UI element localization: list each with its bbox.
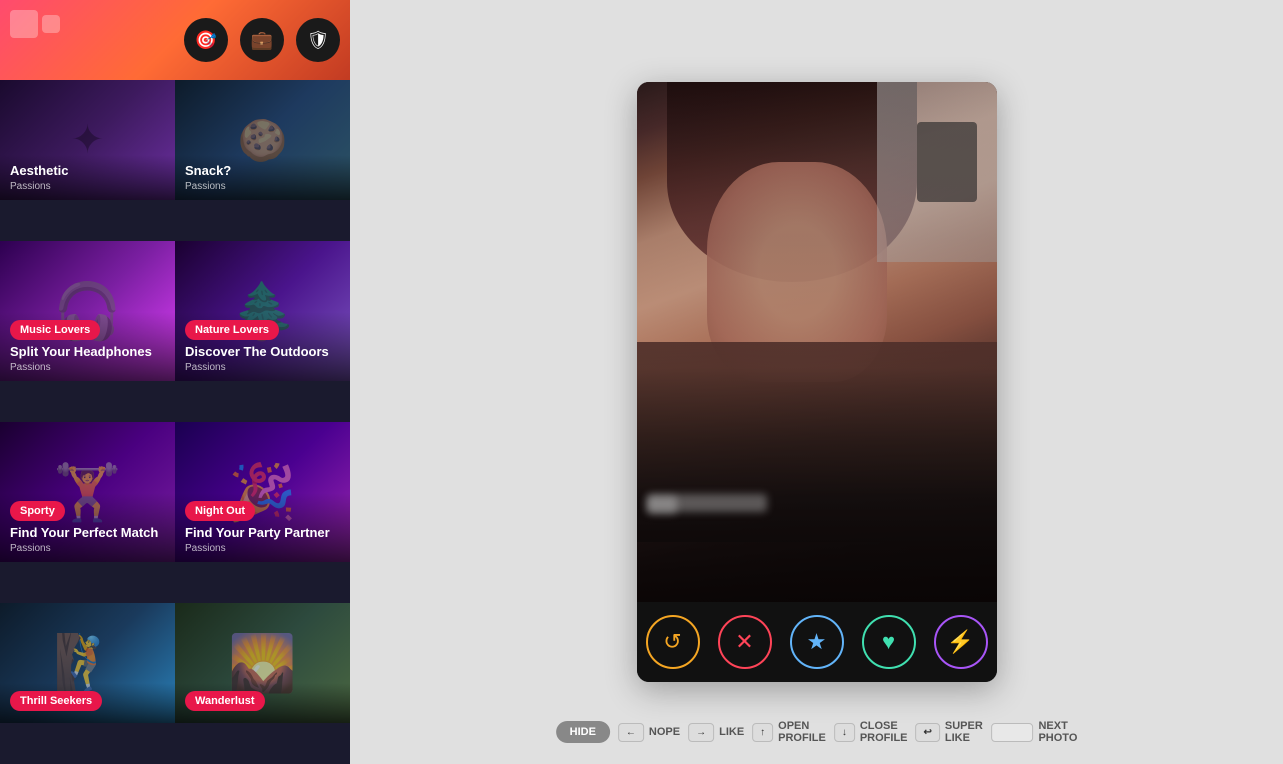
kb-like-label: LIKE [719, 726, 744, 738]
logo-box [10, 10, 38, 38]
hide-button[interactable]: HIDE [556, 721, 610, 743]
messages-icon-btn[interactable]: 💼 [240, 18, 284, 62]
main-area: ↺ ✕ ★ ♥ ⚡ HIDE ← NOPE [350, 0, 1283, 764]
kb-like-key-icon: → [696, 727, 706, 738]
card-subtitle-nature: Passions [185, 362, 340, 373]
card-title-snack: Snack? [185, 163, 340, 179]
profile-photo [637, 82, 997, 602]
kb-super-like-key: ↩ [916, 723, 940, 742]
shield-icon-btn[interactable]: 🛡 [296, 18, 340, 62]
card-title-sporty: Find Your Perfect Match [10, 525, 165, 541]
card-content-snack: Snack? Passions [175, 155, 350, 200]
hide-label: HIDE [570, 726, 596, 738]
nope-icon: ✕ [735, 629, 753, 655]
badge-music: Music Lovers [10, 320, 100, 340]
profile-actions: ↺ ✕ ★ ♥ ⚡ [637, 602, 997, 682]
kb-nope-key: ← [618, 723, 644, 742]
card-subtitle-music: Passions [10, 362, 165, 373]
kb-next-photo-key [991, 723, 1034, 742]
card-music[interactable]: 🎧 Music Lovers Split Your Headphones Pas… [0, 241, 175, 381]
card-content-sporty: Sporty Find Your Perfect Match Passions [0, 493, 175, 562]
kb-close-profile-key: ↓ [834, 723, 855, 742]
kb-open-profile-label: OPEN PROFILE [778, 720, 826, 744]
like-icon: ♥ [882, 629, 895, 655]
card-thrill[interactable]: 🧗 Thrill Seekers [0, 603, 175, 723]
left-panel: 🎯 💼 🛡 ✦ Aesthetic Passions 🍪 [0, 0, 350, 764]
card-sporty[interactable]: 🏋 Sporty Find Your Perfect Match Passion… [0, 422, 175, 562]
like-button[interactable]: ♥ [862, 615, 916, 669]
kb-nope-key-icon: ← [626, 727, 636, 738]
kb-close-profile: ↓ CLOSE PROFILE [834, 720, 908, 744]
kb-next-photo-label: NEXT PHOTO [1038, 720, 1077, 744]
nope-button[interactable]: ✕ [718, 615, 772, 669]
badge-nightout: Night Out [185, 501, 255, 521]
star-icon: ★ [807, 629, 827, 655]
keyboard-bar: HIDE ← NOPE → LIKE ↑ OPEN PROFILE ↓ CLOS… [556, 720, 1078, 744]
star-button[interactable]: ★ [790, 615, 844, 669]
profile-age-blurred [647, 496, 677, 514]
card-subtitle-sporty: Passions [10, 543, 165, 554]
cards-grid: ✦ Aesthetic Passions 🍪 Snack? Passions 🎧… [0, 80, 350, 764]
boost-icon: ⚡ [947, 629, 974, 655]
card-aesthetic[interactable]: ✦ Aesthetic Passions [0, 80, 175, 200]
card-wanderlust[interactable]: 🌄 Wanderlust [175, 603, 350, 723]
kb-close-profile-label: CLOSE PROFILE [860, 720, 908, 744]
profile-card: ↺ ✕ ★ ♥ ⚡ [637, 82, 997, 682]
rewind-button[interactable]: ↺ [646, 615, 700, 669]
kb-super-like: ↩ SUPER LIKE [916, 720, 983, 744]
card-title-aesthetic: Aesthetic [10, 163, 165, 179]
rewind-icon: ↺ [663, 629, 681, 655]
header-icons: 🎯 💼 🛡 [184, 18, 340, 62]
card-subtitle-nightout: Passions [185, 543, 340, 554]
card-subtitle-snack: Passions [185, 181, 340, 192]
kb-like: → LIKE [688, 723, 744, 742]
kb-next-photo: NEXT PHOTO [991, 720, 1078, 744]
logo-area [10, 10, 60, 38]
card-content-nature: Nature Lovers Discover The Outdoors Pass… [175, 312, 350, 381]
badge-wanderlust: Wanderlust [185, 691, 265, 711]
card-content-music: Music Lovers Split Your Headphones Passi… [0, 312, 175, 381]
kb-open-profile-key: ↑ [752, 723, 773, 742]
kb-nope: ← NOPE [618, 723, 680, 742]
card-content-nightout: Night Out Find Your Party Partner Passio… [175, 493, 350, 562]
card-title-music: Split Your Headphones [10, 344, 165, 360]
badge-sporty: Sporty [10, 501, 65, 521]
top-header: 🎯 💼 🛡 [0, 0, 350, 80]
card-content-aesthetic: Aesthetic Passions [0, 155, 175, 200]
kb-close-profile-key-icon: ↓ [842, 727, 847, 738]
kb-open-profile: ↑ OPEN PROFILE [752, 720, 826, 744]
explore-icon-btn[interactable]: 🎯 [184, 18, 228, 62]
explore-icon: 🎯 [195, 30, 217, 51]
card-nature[interactable]: 🌲 Nature Lovers Discover The Outdoors Pa… [175, 241, 350, 381]
kb-super-like-key-icon: ↩ [924, 727, 932, 738]
badge-thrill: Thrill Seekers [10, 691, 102, 711]
boost-button[interactable]: ⚡ [934, 615, 988, 669]
photo-overlay [637, 82, 997, 602]
kb-next-photo-key-spacer [1004, 727, 1021, 738]
card-title-nature: Discover The Outdoors [185, 344, 340, 360]
kb-open-profile-key-icon: ↑ [760, 727, 765, 738]
shield-icon: 🛡 [307, 30, 330, 51]
card-content-wanderlust: Wanderlust [175, 683, 350, 723]
logo-box-small [42, 15, 60, 33]
card-title-nightout: Find Your Party Partner [185, 525, 340, 541]
card-nightout[interactable]: 🎉 Night Out Find Your Party Partner Pass… [175, 422, 350, 562]
kb-nope-label: NOPE [649, 726, 680, 738]
card-content-thrill: Thrill Seekers [0, 683, 175, 723]
messages-icon: 💼 [251, 30, 273, 51]
kb-like-key: → [688, 723, 714, 742]
card-subtitle-aesthetic: Passions [10, 181, 165, 192]
kb-super-like-label: SUPER LIKE [945, 720, 983, 744]
badge-nature: Nature Lovers [185, 320, 279, 340]
card-snack[interactable]: 🍪 Snack? Passions [175, 80, 350, 200]
